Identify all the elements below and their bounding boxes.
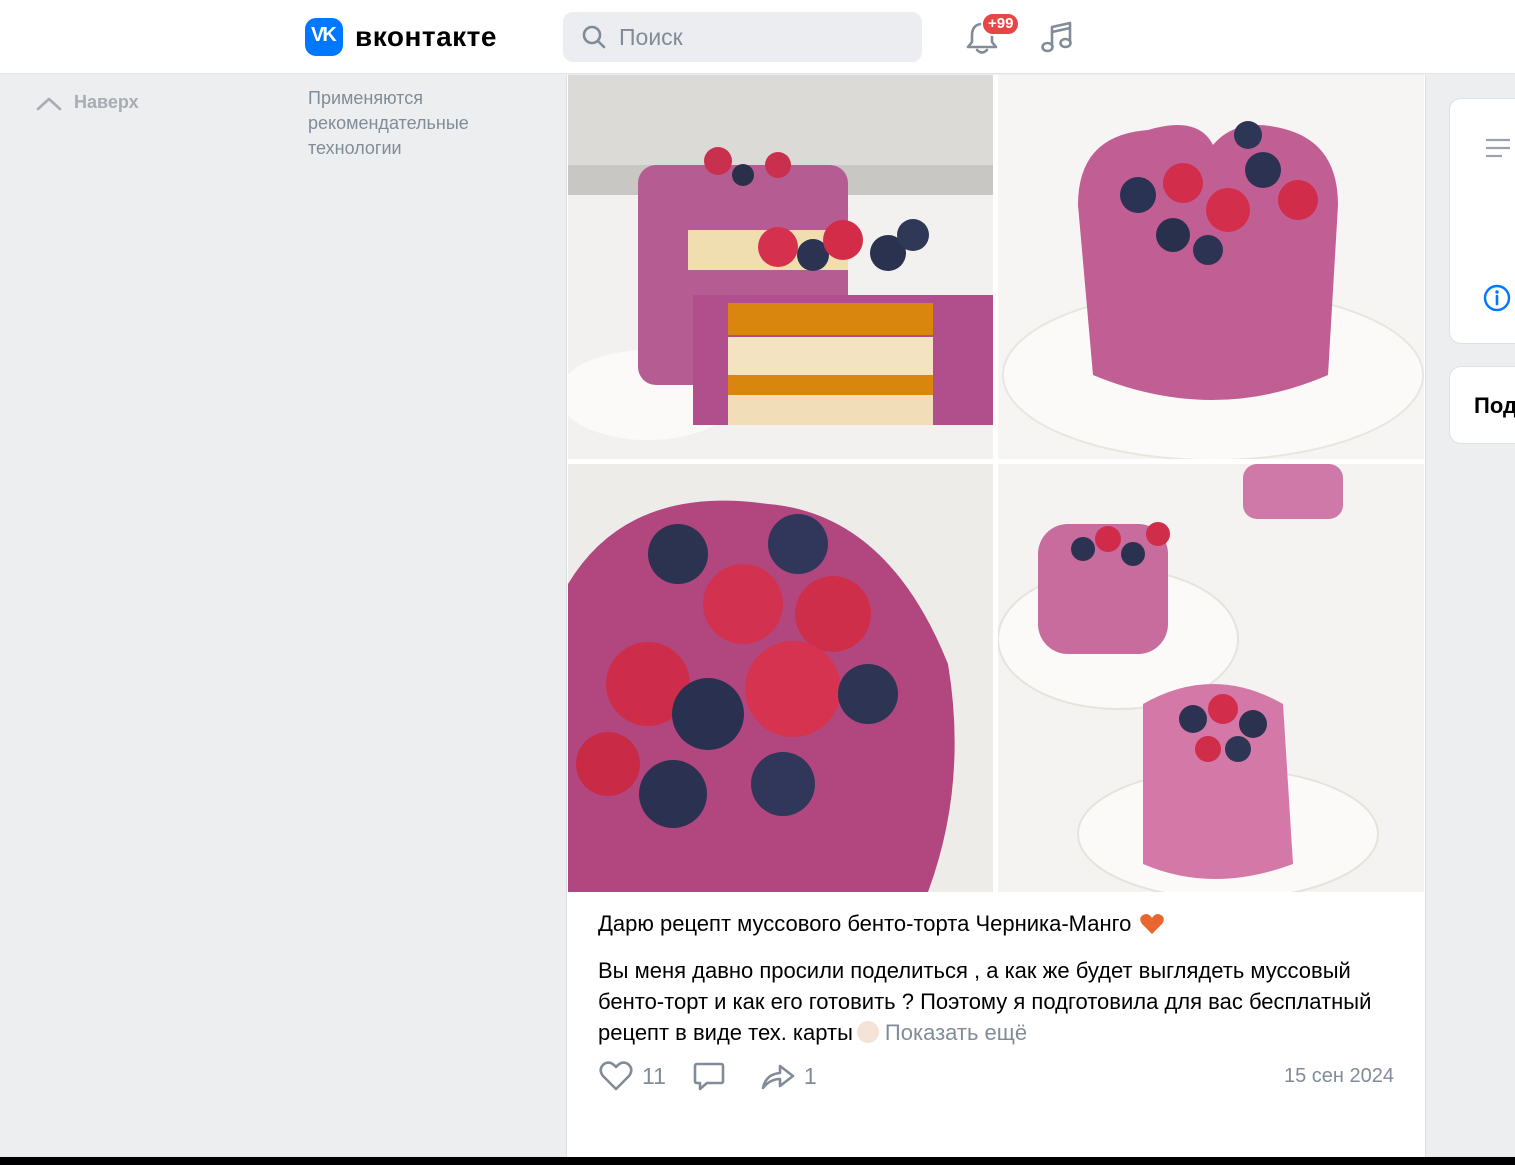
share-button[interactable]: 1	[760, 1060, 817, 1092]
to-top-label: Наверх	[74, 92, 139, 112]
heart-icon	[599, 1061, 633, 1091]
post-photo-2[interactable]	[998, 75, 1424, 459]
post-photo-3[interactable]	[568, 464, 993, 892]
shares-count: 1	[803, 1062, 817, 1089]
vk-logo-icon: VK	[305, 18, 343, 56]
right-menu-card	[1449, 98, 1515, 344]
subscribe-label: Под	[1474, 393, 1515, 418]
sparkle-icon	[856, 1021, 879, 1043]
info-icon[interactable]	[1483, 284, 1511, 312]
post-photo-1[interactable]	[568, 75, 993, 459]
top-header: VK вконтакте +99	[0, 0, 1515, 74]
search-icon	[582, 25, 606, 49]
menu-lines-icon[interactable]	[1485, 137, 1511, 159]
orange-heart-icon	[1140, 914, 1165, 934]
logo-text: вконтакте	[355, 21, 497, 52]
music-icon[interactable]	[1038, 18, 1076, 56]
notifications-badge[interactable]: +99	[981, 12, 1021, 36]
chevron-up-icon	[36, 97, 62, 110]
likes-count: 11	[642, 1062, 666, 1089]
search-box[interactable]	[563, 12, 922, 62]
subscribe-card[interactable]: Под	[1449, 366, 1515, 444]
share-icon	[761, 1064, 795, 1090]
post-date[interactable]: 15 сен 2024	[1284, 1065, 1394, 1088]
search-input[interactable]	[617, 22, 901, 52]
post-title-text: Дарю рецепт муссового бенто-торта Черник…	[598, 911, 1132, 936]
comment-icon	[693, 1062, 725, 1091]
vk-logo[interactable]: VK вконтакте	[305, 18, 497, 56]
scroll-to-top-button[interactable]: Наверх	[36, 92, 139, 113]
post-actions: 11 1	[598, 1060, 843, 1092]
recommendation-note[interactable]: Применяются рекомендательные технологии	[308, 86, 538, 161]
feed-post: Дарю рецепт муссового бенто-торта Черник…	[566, 75, 1426, 1157]
like-button[interactable]: 11	[598, 1060, 666, 1092]
post-title: Дарю рецепт муссового бенто-торта Черник…	[598, 911, 1165, 937]
post-photo-4[interactable]	[998, 464, 1424, 892]
show-more-link[interactable]: Показать ещё	[885, 1020, 1027, 1045]
bottom-bar	[0, 1157, 1515, 1165]
comment-button[interactable]	[692, 1060, 734, 1092]
post-text: Вы меня давно просили поделиться , а как…	[598, 955, 1398, 1048]
